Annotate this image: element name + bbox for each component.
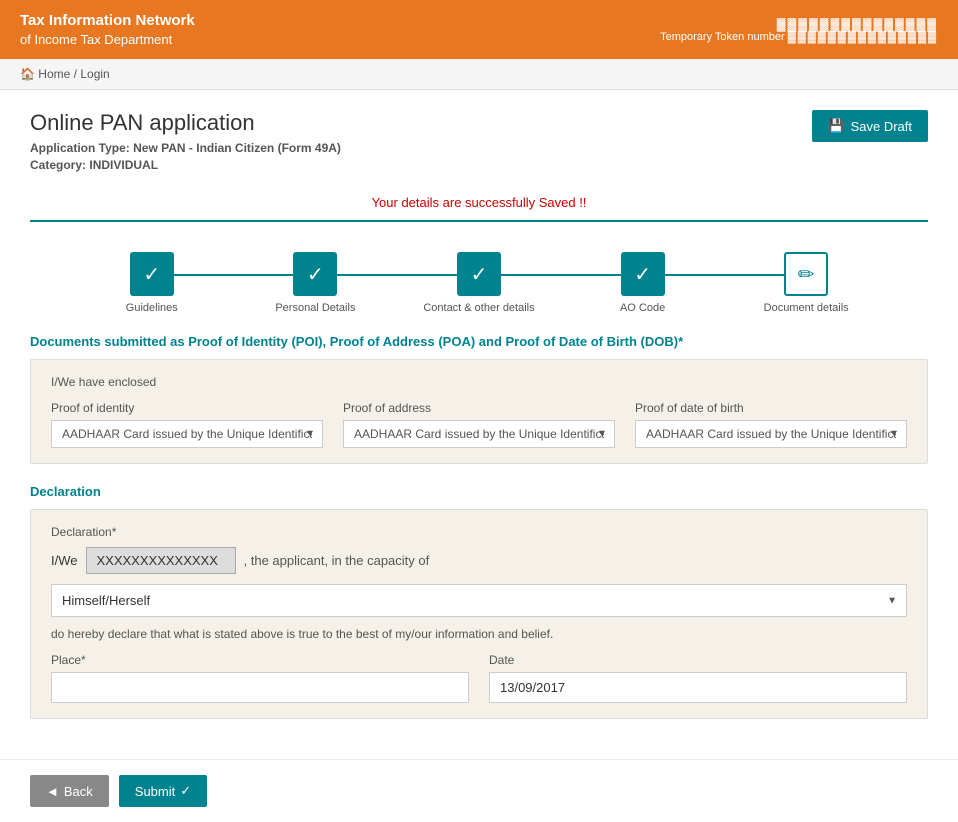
home-icon: 🏠 xyxy=(20,67,35,81)
step-documents: ✏ Document details xyxy=(724,252,888,314)
back-button[interactable]: ◄ Back xyxy=(30,775,109,807)
place-col: Place* xyxy=(51,653,469,703)
proof-identity-col: Proof of identity AADHAAR Card issued by… xyxy=(51,401,323,448)
date-col: Date xyxy=(489,653,907,703)
proof-identity-select[interactable]: AADHAAR Card issued by the Unique Identi… xyxy=(51,420,323,448)
step-circle-documents: ✏ xyxy=(784,252,828,296)
bottom-bar: ◄ Back Submit ✓ xyxy=(0,759,958,822)
header: Tax Information Network of Income Tax De… xyxy=(0,0,958,59)
page-header-row: Online PAN application Application Type:… xyxy=(30,110,928,175)
proof-identity-label: Proof of identity xyxy=(51,401,323,415)
proof-address-select[interactable]: AADHAAR Card issued by the Unique Identi… xyxy=(343,420,615,448)
logo-line2: of Income Tax Department xyxy=(20,31,195,49)
iwe-prefix: I/We xyxy=(51,553,78,568)
proof-row: Proof of identity AADHAAR Card issued by… xyxy=(51,401,907,448)
documents-box: I/We have enclosed Proof of identity AAD… xyxy=(30,359,928,464)
step-label-contact: Contact & other details xyxy=(423,302,534,314)
date-label: Date xyxy=(489,653,907,667)
edit-icon: ✏ xyxy=(798,262,815,287)
back-icon: ◄ xyxy=(46,784,59,799)
token-masked: ▓▓▓▓▓▓▓▓▓▓▓▓▓▓▓ xyxy=(660,17,938,31)
check-icon: ✓ xyxy=(180,783,191,799)
success-message: Your details are successfully Saved !! xyxy=(30,185,928,222)
declare-text: do hereby declare that what is stated ab… xyxy=(51,627,907,641)
declaration-box: Declaration* I/We , the applicant, in th… xyxy=(30,509,928,719)
iwe-input[interactable] xyxy=(86,547,236,574)
proof-dob-label: Proof of date of birth xyxy=(635,401,907,415)
step-circle-guidelines: ✓ xyxy=(130,252,174,296)
submit-button[interactable]: Submit ✓ xyxy=(119,775,207,807)
token-info: ▓▓▓▓▓▓▓▓▓▓▓▓▓▓▓ Temporary Token number ▓… xyxy=(660,17,938,43)
logo: Tax Information Network of Income Tax De… xyxy=(20,10,195,49)
step-circle-personal: ✓ xyxy=(293,252,337,296)
step-label-documents: Document details xyxy=(764,302,849,314)
save-icon: 💾 xyxy=(828,118,844,134)
save-draft-button[interactable]: 💾 Save Draft xyxy=(812,110,928,142)
declaration-heading: Declaration xyxy=(30,484,928,499)
place-date-row: Place* Date xyxy=(51,653,907,703)
proof-dob-col: Proof of date of birth AADHAAR Card issu… xyxy=(635,401,907,448)
step-label-personal: Personal Details xyxy=(275,302,355,314)
iwe-row: I/We , the applicant, in the capacity of xyxy=(51,547,907,574)
date-input[interactable] xyxy=(489,672,907,703)
proof-address-wrapper: AADHAAR Card issued by the Unique Identi… xyxy=(343,420,615,448)
page-title: Online PAN application xyxy=(30,110,341,136)
page-title-section: Online PAN application Application Type:… xyxy=(30,110,341,175)
category-line: Category: INDIVIDUAL xyxy=(30,158,341,172)
step-contact: ✓ Contact & other details xyxy=(397,252,561,314)
token-value: ▓▓▓▓▓▓▓▓▓▓▓▓▓▓▓ xyxy=(788,31,938,43)
breadcrumb-current: Login xyxy=(80,67,109,81)
breadcrumb-home[interactable]: 🏠 Home xyxy=(20,67,74,81)
app-type-line: Application Type: New PAN - Indian Citiz… xyxy=(30,141,341,155)
step-indicator: ✓ Guidelines ✓ Personal Details ✓ Contac… xyxy=(30,242,928,334)
step-circle-aocode: ✓ xyxy=(621,252,665,296)
step-aocode: ✓ AO Code xyxy=(561,252,725,314)
documents-heading: Documents submitted as Proof of Identity… xyxy=(30,334,928,349)
token-label: Temporary Token number ▓▓▓▓▓▓▓▓▓▓▓▓▓▓▓ xyxy=(660,31,938,43)
capacity-select[interactable]: Himself/Herself Authorised Representativ… xyxy=(51,584,907,617)
capacity-select-wrapper: Himself/Herself Authorised Representativ… xyxy=(51,584,907,617)
breadcrumb: 🏠 Home / Login xyxy=(0,59,958,90)
place-label: Place* xyxy=(51,653,469,667)
token-masked-text: ▓▓▓▓▓▓▓▓▓▓▓▓▓▓▓ xyxy=(777,17,938,31)
breadcrumb-separator: / xyxy=(74,67,77,81)
proof-address-label: Proof of address xyxy=(343,401,615,415)
proof-address-col: Proof of address AADHAAR Card issued by … xyxy=(343,401,615,448)
declaration-label: Declaration* xyxy=(51,525,907,539)
logo-line1: Tax Information Network xyxy=(20,10,195,31)
proof-identity-wrapper: AADHAAR Card issued by the Unique Identi… xyxy=(51,420,323,448)
main-content: Online PAN application Application Type:… xyxy=(0,90,958,759)
step-label-aocode: AO Code xyxy=(620,302,665,314)
step-circle-contact: ✓ xyxy=(457,252,501,296)
step-label-guidelines: Guidelines xyxy=(126,302,178,314)
proof-dob-wrapper: AADHAAR Card issued by the Unique Identi… xyxy=(635,420,907,448)
step-personal: ✓ Personal Details xyxy=(234,252,398,314)
place-input[interactable] xyxy=(51,672,469,703)
proof-dob-select[interactable]: AADHAAR Card issued by the Unique Identi… xyxy=(635,420,907,448)
enclosed-label: I/We have enclosed xyxy=(51,375,907,389)
capacity-prefix: , the applicant, in the capacity of xyxy=(244,553,430,568)
step-guidelines: ✓ Guidelines xyxy=(70,252,234,314)
